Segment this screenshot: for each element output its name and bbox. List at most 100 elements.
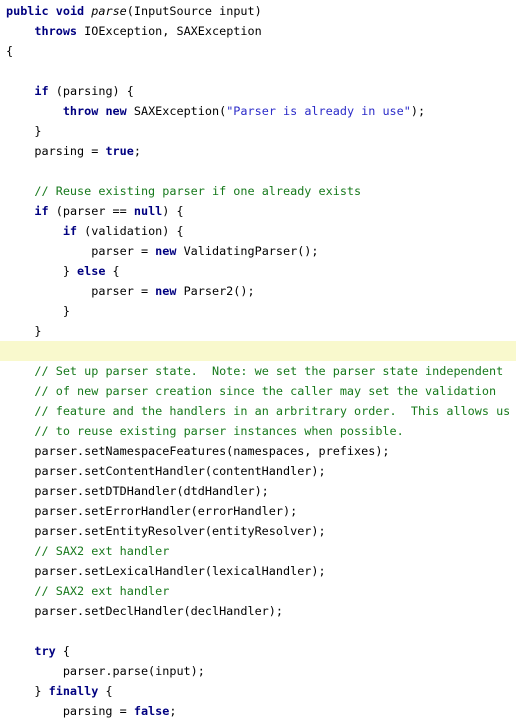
code-line-highlighted[interactable] [0, 341, 516, 361]
code-line[interactable]: parsing = false; [0, 701, 516, 721]
code-text: parsing = [6, 704, 134, 718]
code-line[interactable]: parser.setErrorHandler(errorHandler); [0, 501, 516, 521]
code-line[interactable]: parser.setDTDHandler(dtdHandler); [0, 481, 516, 501]
code-comment: // SAX2 ext handler [34, 584, 170, 598]
code-line[interactable]: } finally { [0, 681, 516, 701]
code-text: parser.setErrorHandler(errorHandler); [6, 504, 298, 518]
code-text: parser.setDeclHandler(declHandler); [6, 604, 283, 618]
code-line[interactable]: } else { [0, 261, 516, 281]
code-keyword: if [62, 224, 78, 238]
code-line[interactable]: // Reuse existing parser if one already … [0, 181, 516, 201]
code-line[interactable] [0, 161, 516, 181]
code-line[interactable] [0, 621, 516, 641]
code-comment: // feature and the handlers in an arbrit… [34, 404, 511, 418]
code-line[interactable]: { [0, 41, 516, 61]
code-line[interactable]: // Set up parser state. Note: we set the… [0, 361, 516, 381]
code-comment: // to reuse existing parser instances wh… [34, 424, 404, 438]
code-line[interactable]: } [0, 121, 516, 141]
code-line[interactable]: if (parsing) { [0, 81, 516, 101]
code-method-name: parse [91, 4, 127, 18]
code-line[interactable]: parser.parse(input); [0, 661, 516, 681]
code-text: parser.parse(input); [6, 664, 205, 678]
code-line[interactable]: if (parser == null) { [0, 201, 516, 221]
code-text: parser = [6, 244, 156, 258]
code-text: } [6, 324, 42, 338]
code-text: (InputSource input) [126, 4, 262, 18]
code-line[interactable]: parser.setDeclHandler(declHandler); [0, 601, 516, 621]
code-line[interactable]: parser = new Parser2(); [0, 281, 516, 301]
code-keyword: if [34, 204, 49, 218]
code-line[interactable]: public void parse(InputSource input) [0, 1, 516, 21]
code-line[interactable]: // SAX2 ext handler [0, 581, 516, 601]
code-keyword: if [34, 84, 49, 98]
code-text: ValidatingParser(); [176, 244, 319, 258]
code-comment: // Reuse existing parser if one already … [34, 184, 362, 198]
code-text: } [6, 304, 70, 318]
code-text: ; [169, 704, 177, 718]
code-keyword: throws [34, 24, 78, 38]
code-keyword: null [133, 204, 163, 218]
code-view[interactable]: public void parse(InputSource input) thr… [0, 0, 516, 718]
code-line[interactable]: parser.setNamespaceFeatures(namespaces, … [0, 441, 516, 461]
code-keyword: true [105, 144, 134, 158]
code-line[interactable]: throw new SAXException("Parser is alread… [0, 101, 516, 121]
code-keyword: try [34, 644, 56, 658]
code-text: (parser == [48, 204, 134, 218]
code-line[interactable] [0, 61, 516, 81]
code-line[interactable]: } [0, 301, 516, 321]
code-keyword: else [77, 264, 106, 278]
code-line[interactable]: // to reuse existing parser instances wh… [0, 421, 516, 441]
code-keyword: throw [62, 104, 99, 118]
code-keyword: new [155, 244, 177, 258]
code-text: ); [410, 104, 426, 118]
code-line[interactable]: if (validation) { [0, 221, 516, 241]
code-text: parser.setDTDHandler(dtdHandler); [6, 484, 269, 498]
code-text: parser.setLexicalHandler(lexicalHandler)… [6, 564, 326, 578]
code-line[interactable]: parsing = true; [0, 141, 516, 161]
code-keyword: void [55, 4, 85, 18]
code-line[interactable]: parser.setContentHandler(contentHandler)… [0, 461, 516, 481]
code-text: parser = [6, 284, 156, 298]
code-keyword: public [6, 4, 49, 18]
code-keyword: new [105, 104, 127, 118]
code-text: } [6, 264, 78, 278]
code-line[interactable]: // feature and the handlers in an arbrit… [0, 401, 516, 421]
code-line[interactable]: } [0, 321, 516, 341]
code-text: SAXException( [126, 104, 227, 118]
code-text: ) { [162, 204, 184, 218]
code-text: parsing = [6, 144, 106, 158]
code-text: { [98, 684, 113, 698]
code-line[interactable]: // of new parser creation since the call… [0, 381, 516, 401]
code-text: ; [133, 144, 141, 158]
code-comment: // of new parser creation since the call… [34, 384, 497, 398]
code-line[interactable]: // SAX2 ext handler [0, 541, 516, 561]
code-line[interactable]: parser.setEntityResolver(entityResolver)… [0, 521, 516, 541]
code-text: parser.setEntityResolver(entityResolver)… [6, 524, 326, 538]
code-text: (parsing) { [48, 84, 134, 98]
code-text: } [6, 124, 42, 138]
code-line[interactable]: parser = new ValidatingParser(); [0, 241, 516, 261]
code-keyword: false [133, 704, 170, 718]
code-comment: // SAX2 ext handler [34, 544, 170, 558]
code-line[interactable]: parser.setLexicalHandler(lexicalHandler)… [0, 561, 516, 581]
code-text: Parser2(); [176, 284, 255, 298]
code-text: parser.setContentHandler(contentHandler)… [6, 464, 326, 478]
code-text: (validation) { [77, 224, 184, 238]
code-line[interactable]: try { [0, 641, 516, 661]
code-text: { [105, 264, 120, 278]
code-text: { [55, 644, 70, 658]
code-line[interactable]: throws IOException, SAXException [0, 21, 516, 41]
